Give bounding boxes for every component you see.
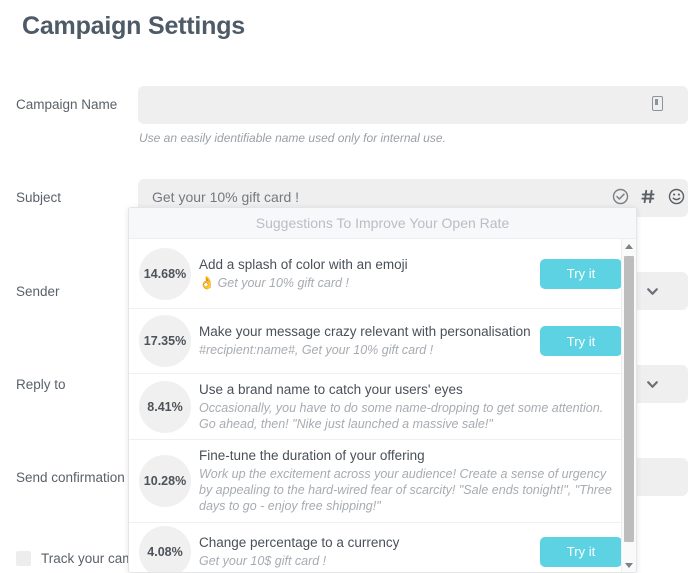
suggestion-row[interactable]: 4.08% Change percentage to a currency Get …	[129, 523, 636, 572]
hash-icon[interactable]	[640, 188, 657, 205]
suggestion-percent-badge: 17.35%	[139, 315, 191, 367]
suggestions-panel: Suggestions To Improve Your Open Rate 14…	[128, 207, 637, 573]
suggestion-subtitle: Work up the excitement across your audie…	[199, 466, 614, 514]
reply-to-label: Reply to	[16, 377, 66, 392]
chevron-down-icon[interactable]	[645, 377, 660, 392]
suggestion-subtitle-text: Get your 10$ gift card !	[199, 553, 327, 568]
try-it-button[interactable]: Try it	[540, 326, 622, 356]
suggestion-subtitle-text: Occasionally, you have to do some name-d…	[199, 400, 604, 431]
suggestion-title: Fine-tune the duration of your offering	[199, 448, 425, 463]
subject-label: Subject	[16, 190, 62, 205]
suggestion-body: Fine-tune the duration of your offering W…	[199, 448, 622, 514]
suggestion-row[interactable]: 10.28% Fine-tune the duration of your off…	[129, 440, 636, 523]
suggestions-scrollbar[interactable]	[621, 239, 636, 572]
suggestion-body: Change percentage to a currency Get your …	[199, 535, 540, 569]
suggestion-percent-badge: 8.41%	[139, 380, 191, 433]
suggestion-subtitle-text: Get your 10% gift card !	[217, 275, 349, 290]
suggestion-body: Add a splash of color with an emoji 👌 Get …	[199, 257, 540, 291]
suggestion-row[interactable]: 8.41% Use a brand name to catch your user…	[129, 374, 636, 440]
suggestion-subtitle: Get your 10$ gift card !	[199, 553, 532, 569]
suggestion-subtitle-text: Work up the excitement across your audie…	[199, 467, 612, 513]
suggestion-subtitle: #recipient:name#, Get your 10% gift card…	[199, 342, 532, 358]
suggestions-list: 14.68% Add a splash of color with an emoj…	[129, 239, 636, 572]
suggestion-emoji-icon: 👌	[199, 275, 215, 290]
scroll-up-arrow-icon[interactable]	[622, 239, 636, 254]
suggestion-subtitle: 👌 Get your 10% gift card !	[199, 275, 532, 291]
suggestion-title: Add a splash of color with an emoji	[199, 256, 408, 272]
chevron-down-icon[interactable]	[645, 284, 660, 299]
suggestion-percent-badge: 4.08%	[139, 525, 191, 572]
try-it-button[interactable]: Try it	[540, 536, 622, 567]
scrollbar-thumb[interactable]	[624, 256, 634, 542]
check-circle-icon[interactable]	[612, 188, 629, 205]
sender-label: Sender	[16, 284, 60, 299]
suggestions-panel-header: Suggestions To Improve Your Open Rate	[129, 208, 636, 239]
track-analytics-checkbox[interactable]	[16, 551, 31, 566]
suggestion-title: Change percentage to a currency	[199, 534, 400, 550]
suggestion-percent-badge: 10.28%	[139, 455, 191, 507]
suggestion-row[interactable]: 17.35% Make your message crazy relevant w…	[129, 309, 636, 374]
suggestion-body: Make your message crazy relevant with pe…	[199, 324, 540, 358]
campaign-name-label: Campaign Name	[16, 97, 118, 112]
subject-toolbar	[612, 188, 685, 205]
suggestion-subtitle-text: #recipient:name#, Get your 10% gift card…	[199, 343, 434, 357]
suggestion-row[interactable]: 14.68% Add a splash of color with an emoj…	[129, 239, 636, 309]
scroll-down-arrow-icon[interactable]	[622, 558, 636, 572]
page-title: Campaign Settings	[22, 12, 246, 40]
suggestion-title: Use a brand name to catch your users' ey…	[199, 381, 463, 397]
campaign-name-input[interactable]	[138, 86, 688, 124]
suggestion-title: Make your message crazy relevant with pe…	[199, 324, 531, 339]
suggestion-percent-badge: 14.68%	[139, 247, 191, 300]
try-it-button[interactable]: Try it	[540, 258, 622, 289]
suggestion-subtitle: Occasionally, you have to do some name-d…	[199, 400, 614, 432]
save-note-icon[interactable]	[652, 96, 663, 111]
subject-input-value: Get your 10% gift card !	[152, 189, 300, 205]
campaign-name-helper-text: Use an easily identifiable name used onl…	[139, 131, 446, 145]
send-confirmation-to-label: Send confirmation to	[16, 470, 140, 485]
suggestion-body: Use a brand name to catch your users' ey…	[199, 382, 622, 432]
emoji-smiley-icon[interactable]	[668, 188, 685, 205]
